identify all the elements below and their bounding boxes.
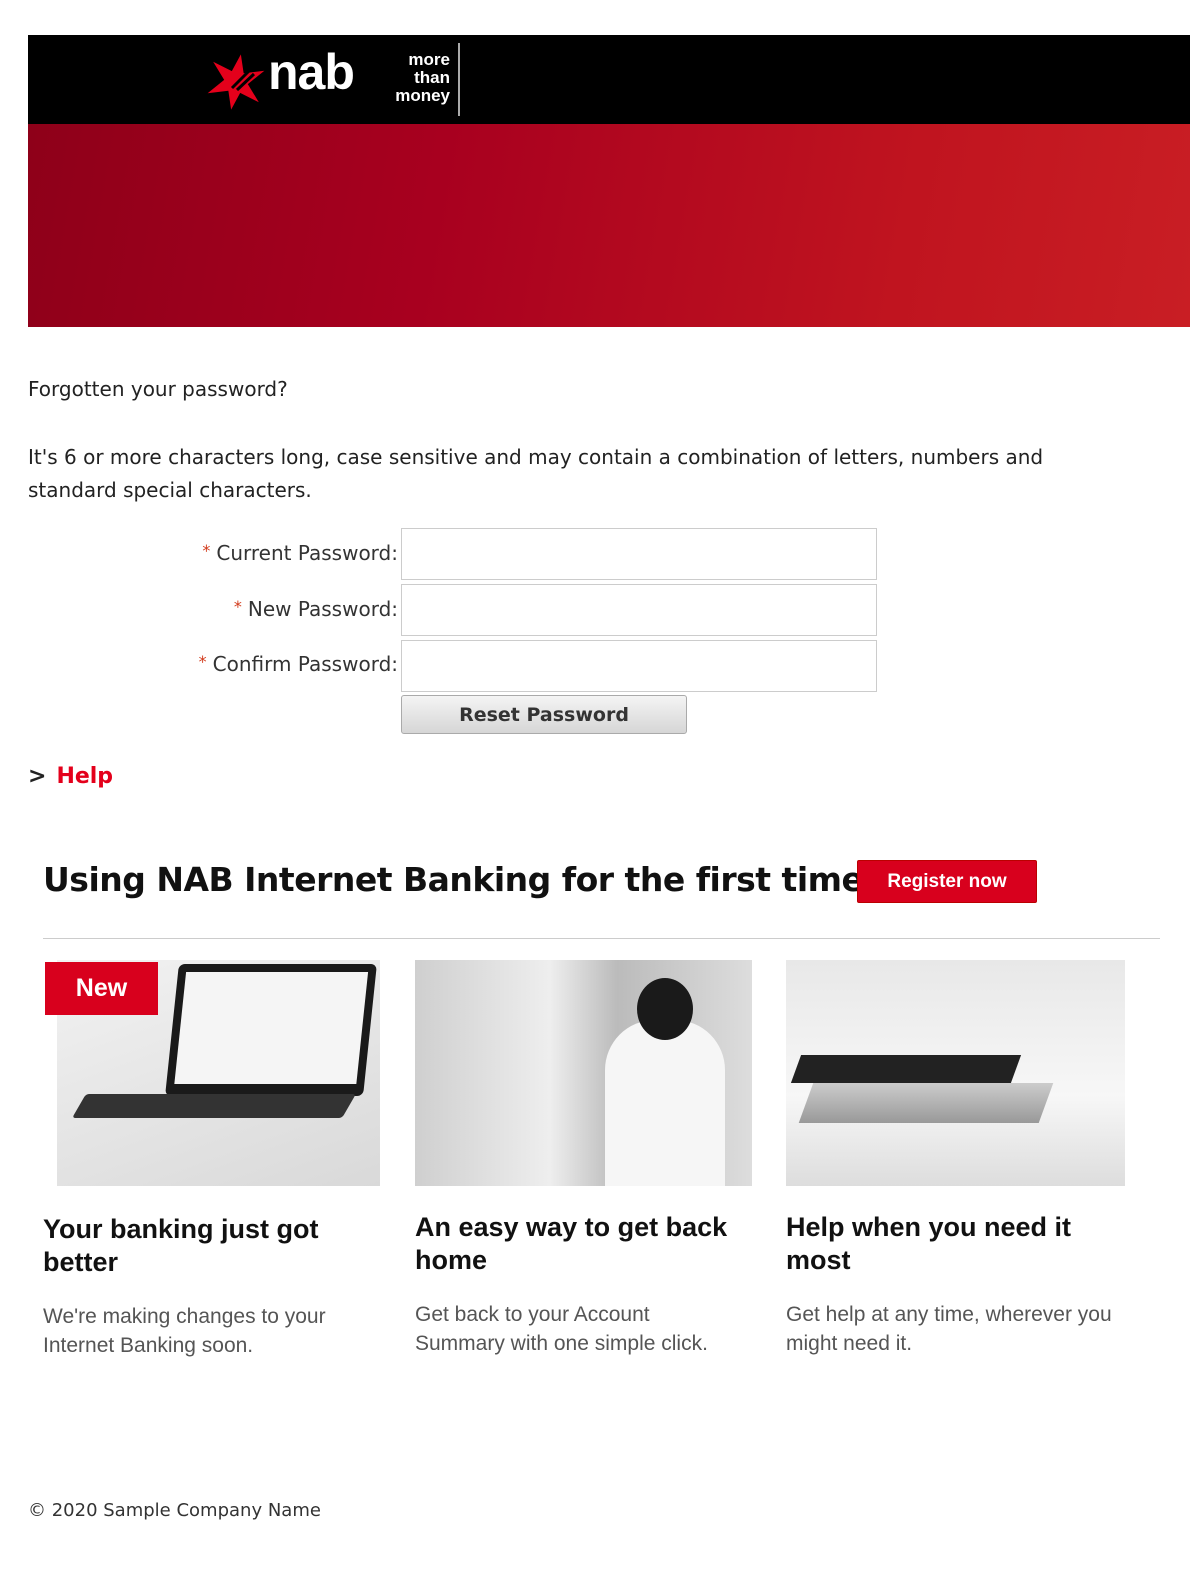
password-hint: It's 6 or more characters long, case sen… [28, 445, 1044, 502]
help-link-row: > Help [28, 764, 113, 789]
card-title[interactable]: Help when you need it most [786, 1211, 1116, 1277]
new-password-label: * New Password: [233, 597, 398, 621]
devices-image [786, 960, 1125, 1186]
hero-banner [28, 124, 1190, 327]
card-description: Get help at any time, wherever you might… [786, 1303, 1112, 1355]
current-password-label: * Current Password: [202, 541, 398, 565]
chevron-right-icon: > [28, 764, 47, 789]
woman-train-image [415, 960, 752, 1186]
card-description: Get back to your Account Summary with on… [415, 1303, 708, 1355]
reset-password-button[interactable]: Reset Password [401, 695, 687, 734]
promo-heading: Using NAB Internet Banking for the first… [43, 860, 883, 899]
card-description: We're making changes to your Internet Ba… [43, 1305, 326, 1357]
confirm-password-label: * Confirm Password: [198, 652, 398, 676]
divider [43, 938, 1160, 939]
tagline: more than money [395, 50, 450, 105]
brand-logo[interactable]: nab [268, 43, 355, 101]
nab-star-logo-icon [207, 54, 265, 110]
current-password-input[interactable] [401, 528, 877, 580]
card-title[interactable]: Your banking just got better [43, 1213, 373, 1279]
card-title[interactable]: An easy way to get back home [415, 1211, 745, 1277]
footer-copyright: © 2020 Sample Company Name [28, 1500, 321, 1521]
divider [458, 43, 460, 116]
header-bar: nab more than money [28, 35, 1190, 124]
confirm-password-input[interactable] [401, 640, 877, 692]
help-link[interactable]: Help [56, 764, 113, 789]
register-now-button[interactable]: Register now [857, 860, 1037, 903]
new-badge: New [45, 962, 158, 1015]
new-password-input[interactable] [401, 584, 877, 636]
page-title: Forgotten your password? [28, 377, 288, 401]
